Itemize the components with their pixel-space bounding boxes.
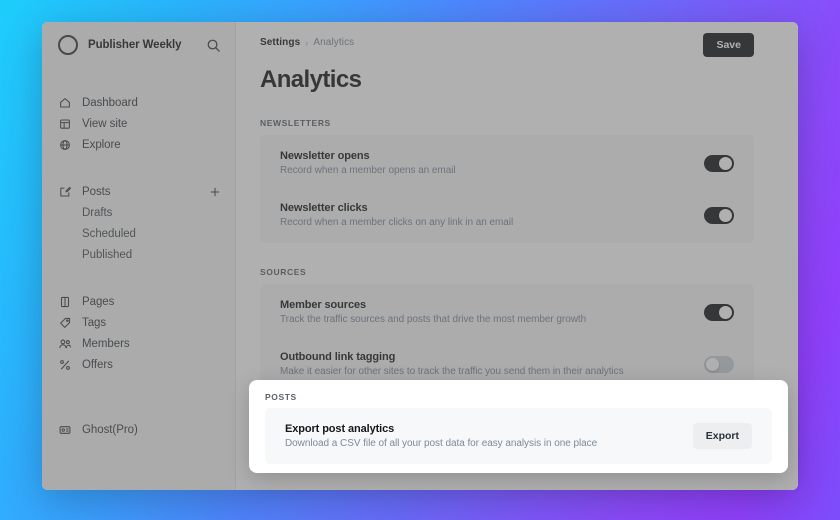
toggle-newsletter-clicks[interactable] [704, 206, 734, 224]
section-label-newsletters: Newsletters [260, 118, 331, 128]
edit-square-icon [60, 186, 71, 197]
sidebar-item-offers[interactable]: Offers [42, 354, 235, 375]
setting-title: Member sources [280, 299, 367, 311]
setting-title: Export post analytics [285, 423, 395, 435]
toggle-knob [719, 208, 732, 222]
search-icon[interactable] [206, 38, 221, 53]
toggle-knob [719, 156, 732, 170]
setting-description: Record when a member opens an email [280, 165, 456, 176]
sidebar-item-label: Published [82, 248, 133, 261]
sidebar-item-label: Posts [82, 185, 111, 198]
section-label-sources: Sources [260, 267, 307, 277]
sidebar-item-published[interactable]: Published [42, 244, 235, 265]
export-button[interactable]: Export [692, 423, 752, 449]
page-header-row: Settings › Analytics Save [260, 33, 754, 57]
setting-text: Outbound link tagging Make it easier for… [280, 351, 692, 377]
sources-card: Member sources Track the traffic sources… [260, 284, 754, 392]
breadcrumb-analytics: Analytics [313, 37, 355, 48]
setting-title: Outbound link tagging [280, 351, 396, 363]
section-label-posts: Posts [265, 392, 297, 402]
globe-icon [60, 139, 70, 150]
plus-icon[interactable] [209, 186, 221, 198]
chevron-right-icon: › [305, 37, 309, 48]
sidebar-item-label: Explore [82, 138, 121, 151]
sidebar-item-label: Scheduled [82, 227, 136, 240]
sidebar-item-label: Offers [82, 358, 113, 371]
page-title: Analytics [260, 66, 362, 93]
setting-text: Export post analytics Download a CSV fil… [285, 423, 681, 449]
sidebar-item-ghost-pro[interactable]: Ghost(Pro) [42, 419, 235, 440]
members-icon [59, 339, 71, 348]
sidebar-posts-group: Posts Drafts Scheduled Published [42, 179, 235, 267]
setting-row-export-post-analytics: Export post analytics Download a CSV fil… [265, 410, 772, 462]
sidebar-primary-group: Dashboard View site Explore [42, 90, 235, 157]
sidebar-item-dashboard[interactable]: Dashboard [42, 92, 235, 113]
setting-description: Make it easier for other sites to track … [280, 366, 624, 377]
spotlight-posts-section: Posts Export post analytics Download a C… [249, 380, 788, 473]
sidebar: Publisher Weekly Dashboard View site Exp… [42, 22, 236, 490]
sidebar-brand-row[interactable]: Publisher Weekly [42, 22, 235, 68]
toggle-outbound-link-tagging[interactable] [704, 355, 734, 373]
posts-card: Export post analytics Download a CSV fil… [265, 408, 772, 464]
site-title: Publisher Weekly [88, 39, 182, 51]
billing-card-icon [59, 425, 71, 434]
sidebar-item-view-site[interactable]: View site [42, 113, 235, 134]
section-newsletters: Newsletters Newsletter opens Record when… [260, 118, 754, 243]
main-inner: Settings › Analytics Save Analytics News… [236, 22, 798, 392]
section-sources: Sources Member sources Track the traffic… [260, 267, 754, 392]
setting-text: Newsletter clicks Record when a member c… [280, 202, 692, 228]
setting-title: Newsletter opens [280, 150, 370, 162]
tag-icon [60, 317, 71, 328]
setting-description: Download a CSV file of all your post dat… [285, 438, 598, 449]
sidebar-secondary-group: Pages Tags Members Offers [42, 289, 235, 377]
breadcrumb-settings[interactable]: Settings [260, 37, 300, 48]
toggle-newsletter-opens[interactable] [704, 154, 734, 172]
percent-icon [60, 359, 70, 370]
sidebar-item-label: Dashboard [82, 96, 138, 109]
sidebar-item-label: Pages [82, 295, 115, 308]
toggle-member-sources[interactable] [704, 303, 734, 321]
sidebar-item-pages[interactable]: Pages [42, 291, 235, 312]
setting-description: Record when a member clicks on any link … [280, 217, 514, 228]
sidebar-item-label: Tags [82, 316, 107, 329]
sidebar-item-members[interactable]: Members [42, 333, 235, 354]
setting-row-newsletter-clicks: Newsletter clicks Record when a member c… [260, 189, 754, 241]
sidebar-item-tags[interactable]: Tags [42, 312, 235, 333]
layout-icon [60, 118, 70, 129]
breadcrumb: Settings › Analytics [260, 37, 354, 48]
newsletters-card: Newsletter opens Record when a member op… [260, 135, 754, 243]
save-button[interactable]: Save [703, 33, 754, 57]
home-icon [60, 97, 70, 108]
setting-text: Member sources Track the traffic sources… [280, 299, 692, 325]
sidebar-item-drafts[interactable]: Drafts [42, 202, 235, 223]
setting-row-newsletter-opens: Newsletter opens Record when a member op… [260, 137, 754, 189]
sidebar-item-label: Ghost(Pro) [82, 423, 138, 436]
setting-text: Newsletter opens Record when a member op… [280, 150, 692, 176]
sidebar-item-label: Drafts [82, 206, 113, 219]
setting-description: Track the traffic sources and posts that… [280, 314, 587, 325]
sidebar-item-scheduled[interactable]: Scheduled [42, 223, 235, 244]
setting-title: Newsletter clicks [280, 202, 368, 214]
sidebar-item-posts[interactable]: Posts [42, 181, 235, 202]
sidebar-item-label: Members [82, 337, 130, 350]
pages-icon [60, 296, 70, 307]
sidebar-item-explore[interactable]: Explore [42, 134, 235, 155]
sidebar-footer-group: Ghost(Pro) [42, 417, 235, 442]
toggle-knob [719, 305, 732, 319]
circle-avatar-icon [58, 35, 78, 55]
setting-row-member-sources: Member sources Track the traffic sources… [260, 286, 754, 338]
sidebar-item-label: View site [82, 117, 128, 130]
toggle-knob [706, 357, 719, 371]
